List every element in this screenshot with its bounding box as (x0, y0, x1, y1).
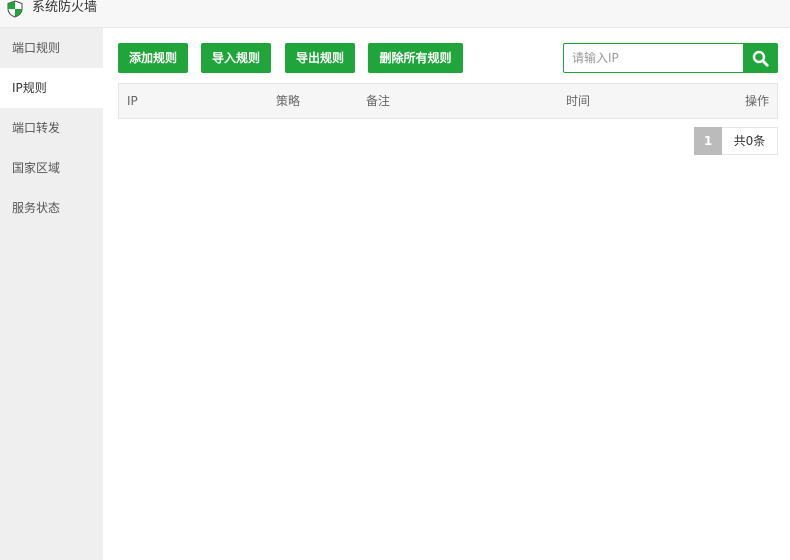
column-header-policy: 策略 (276, 94, 301, 108)
shield-icon (7, 0, 23, 18)
title-bar: 系统防火墙 (0, 0, 790, 28)
total-count-label: 共0条 (722, 127, 778, 155)
search-button[interactable] (743, 43, 778, 73)
column-header-note: 备注 (366, 94, 391, 108)
sidebar-item-country-region[interactable]: 国家区域 (0, 148, 103, 188)
import-rules-button[interactable]: 导入规则 (201, 43, 271, 73)
main-panel: 添加规则 导入规则 导出规则 删除所有规则 IP 策略 备注 时间 操作 1 共… (103, 28, 790, 560)
search-icon (752, 50, 769, 67)
window-title: 系统防火墙 (32, 0, 98, 15)
sidebar-item-port-rules[interactable]: 端口规则 (0, 28, 103, 68)
sidebar-item-port-forwarding[interactable]: 端口转发 (0, 108, 103, 148)
table-header: IP 策略 备注 时间 操作 (118, 83, 778, 119)
sidebar-item-label: IP规则 (12, 81, 47, 95)
sidebar-item-label: 国家区域 (12, 161, 61, 175)
column-header-time: 时间 (566, 94, 591, 108)
column-header-actions: 操作 (744, 94, 769, 108)
ip-search-input[interactable] (563, 43, 744, 73)
add-rule-button[interactable]: 添加规则 (118, 43, 188, 73)
sidebar-item-ip-rules[interactable]: IP规则 (0, 68, 103, 108)
export-rules-button[interactable]: 导出规则 (285, 43, 355, 73)
column-header-ip: IP (127, 94, 138, 108)
sidebar-item-service-status[interactable]: 服务状态 (0, 188, 103, 228)
sidebar-item-label: 端口规则 (12, 41, 61, 55)
current-page-button[interactable]: 1 (694, 127, 722, 155)
delete-all-rules-button[interactable]: 删除所有规则 (368, 43, 463, 73)
sidebar: 端口规则 IP规则 端口转发 国家区域 服务状态 (0, 28, 103, 560)
sidebar-item-label: 服务状态 (12, 201, 61, 215)
sidebar-item-label: 端口转发 (12, 121, 61, 135)
